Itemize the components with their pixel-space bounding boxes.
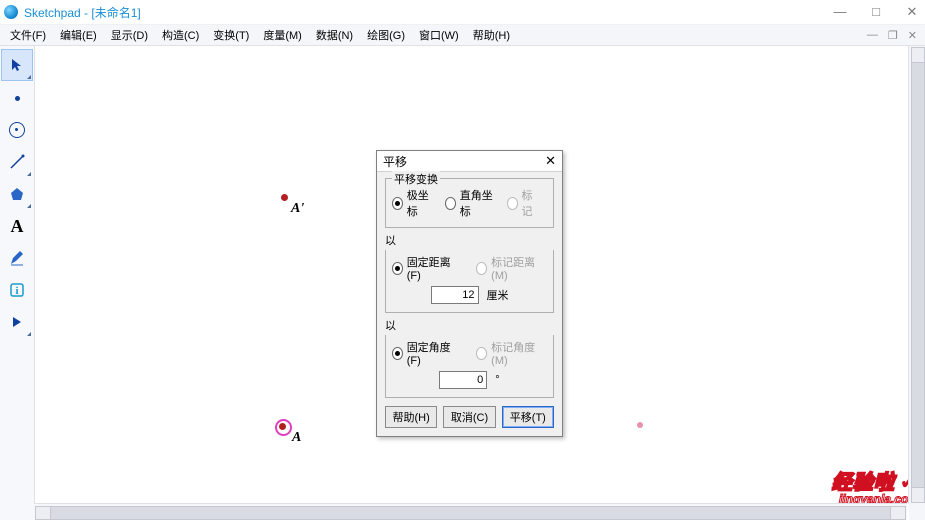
scroll-right-icon[interactable]: [890, 506, 906, 520]
dropdown-icon: [27, 332, 31, 336]
menu-measure[interactable]: 度量(M): [257, 25, 308, 45]
by-label-1: 以: [385, 232, 554, 248]
by-label-2: 以: [385, 317, 554, 333]
radio-mark-label: 标记: [522, 187, 540, 219]
menu-data[interactable]: 数据(N): [310, 25, 359, 45]
watermark: 经验啦✓ jingyanla.com: [832, 466, 919, 506]
radio-mark-dist: [476, 262, 487, 275]
group-angle: 固定角度(F) 标记角度(M) °: [385, 335, 554, 398]
tool-arrow[interactable]: [1, 49, 33, 81]
menubar: 文件(F) 编辑(E) 显示(D) 构造(C) 变换(T) 度量(M) 数据(N…: [0, 25, 925, 46]
group-distance: 固定距离(F) 标记距离(M) 厘米: [385, 250, 554, 313]
scroll-corner: [909, 504, 925, 520]
svg-text:i: i: [15, 285, 18, 297]
dialog-body: 平移变换 极坐标 直角坐标 标记 以 固定距离(F) 标记距离(M) 厘米: [377, 172, 562, 436]
work-area: A i A' A 经验啦✓ jingyanla.com: [0, 46, 925, 520]
radio-fixed-dist[interactable]: [392, 262, 403, 275]
scrollbar-horizontal[interactable]: [34, 503, 907, 520]
radio-polar-label: 极坐标: [407, 187, 433, 219]
polygon-icon: [8, 185, 26, 203]
maximize-button[interactable]: □: [867, 4, 885, 20]
circle-icon: [9, 122, 25, 138]
point-aux[interactable]: [637, 422, 643, 428]
toolbar: A i: [0, 46, 35, 520]
close-button[interactable]: ✕: [903, 4, 921, 20]
dialog-titlebar[interactable]: 平移 ✕: [377, 151, 562, 172]
tool-text[interactable]: A: [2, 211, 32, 241]
translate-dialog: 平移 ✕ 平移变换 极坐标 直角坐标 标记 以 固定距离(F) 标记距离(M): [376, 150, 563, 437]
radio-mark: [507, 197, 518, 210]
menu-window[interactable]: 窗口(W): [413, 25, 465, 45]
tool-point[interactable]: [2, 83, 32, 113]
tool-pen[interactable]: [2, 243, 32, 273]
group-transform-label: 平移变换: [392, 171, 440, 187]
child-close-button[interactable]: ✕: [908, 29, 917, 42]
play-icon: [9, 314, 25, 330]
tool-polygon[interactable]: [2, 179, 32, 209]
help-button[interactable]: 帮助(H): [385, 406, 437, 428]
dialog-title: 平移: [383, 153, 545, 170]
menu-display[interactable]: 显示(D): [105, 25, 154, 45]
label-a: A: [292, 430, 301, 446]
window-buttons: — □ ✕: [831, 4, 921, 20]
point-a[interactable]: [279, 423, 286, 430]
radio-cartesian-label: 直角坐标: [460, 187, 495, 219]
distance-unit: 厘米: [487, 287, 509, 303]
menu-graph[interactable]: 绘图(G): [361, 25, 411, 45]
radio-fixed-angle-label: 固定角度(F): [407, 339, 453, 367]
scroll-thumb-v[interactable]: [911, 62, 925, 488]
radio-mark-angle: [476, 347, 487, 360]
child-maximize-button[interactable]: ❐: [888, 29, 898, 42]
tool-line[interactable]: [2, 147, 32, 177]
menu-help[interactable]: 帮助(H): [467, 25, 516, 45]
radio-fixed-dist-label: 固定距离(F): [407, 254, 453, 282]
point-a-prime[interactable]: [281, 194, 288, 201]
ok-button[interactable]: 平移(T): [502, 406, 554, 428]
scroll-left-icon[interactable]: [35, 506, 51, 520]
info-icon: i: [8, 281, 26, 299]
minimize-button[interactable]: —: [831, 4, 849, 20]
pen-icon: [8, 249, 26, 267]
radio-cartesian[interactable]: [445, 197, 456, 210]
scroll-up-icon[interactable]: [911, 47, 925, 63]
dialog-buttons: 帮助(H) 取消(C) 平移(T): [385, 406, 554, 428]
dropdown-icon: [27, 75, 31, 79]
app-title: Sketchpad - [未命名1]: [24, 4, 831, 21]
line-icon: [8, 153, 26, 171]
app-icon: [4, 5, 18, 19]
tool-info[interactable]: i: [2, 275, 32, 305]
dropdown-icon: [27, 172, 31, 176]
radio-polar[interactable]: [392, 197, 403, 210]
menu-transform[interactable]: 变换(T): [207, 25, 255, 45]
menu-construct[interactable]: 构造(C): [156, 25, 205, 45]
tool-play[interactable]: [2, 307, 32, 337]
group-transform: 平移变换 极坐标 直角坐标 标记: [385, 178, 554, 228]
scroll-down-icon[interactable]: [911, 487, 925, 503]
label-a-prime: A': [291, 201, 304, 217]
titlebar: Sketchpad - [未命名1] — □ ✕: [0, 0, 925, 25]
scroll-thumb-h[interactable]: [50, 506, 891, 520]
child-minimize-button[interactable]: —: [867, 29, 878, 41]
dropdown-icon: [27, 204, 31, 208]
angle-input[interactable]: [439, 371, 487, 389]
point-icon: [15, 96, 20, 101]
tool-circle[interactable]: [2, 115, 32, 145]
scrollbar-vertical[interactable]: [908, 46, 925, 504]
menu-file[interactable]: 文件(F): [4, 25, 52, 45]
menu-edit[interactable]: 编辑(E): [54, 25, 103, 45]
radio-mark-dist-label: 标记距离(M): [491, 254, 539, 282]
cancel-button[interactable]: 取消(C): [443, 406, 495, 428]
radio-mark-angle-label: 标记角度(M): [491, 339, 539, 367]
angle-unit: °: [495, 374, 499, 386]
radio-fixed-angle[interactable]: [392, 347, 403, 360]
text-icon: A: [11, 216, 24, 237]
watermark-text: 经验啦: [832, 472, 895, 494]
distance-input[interactable]: [431, 286, 479, 304]
dialog-close-button[interactable]: ✕: [545, 153, 556, 169]
